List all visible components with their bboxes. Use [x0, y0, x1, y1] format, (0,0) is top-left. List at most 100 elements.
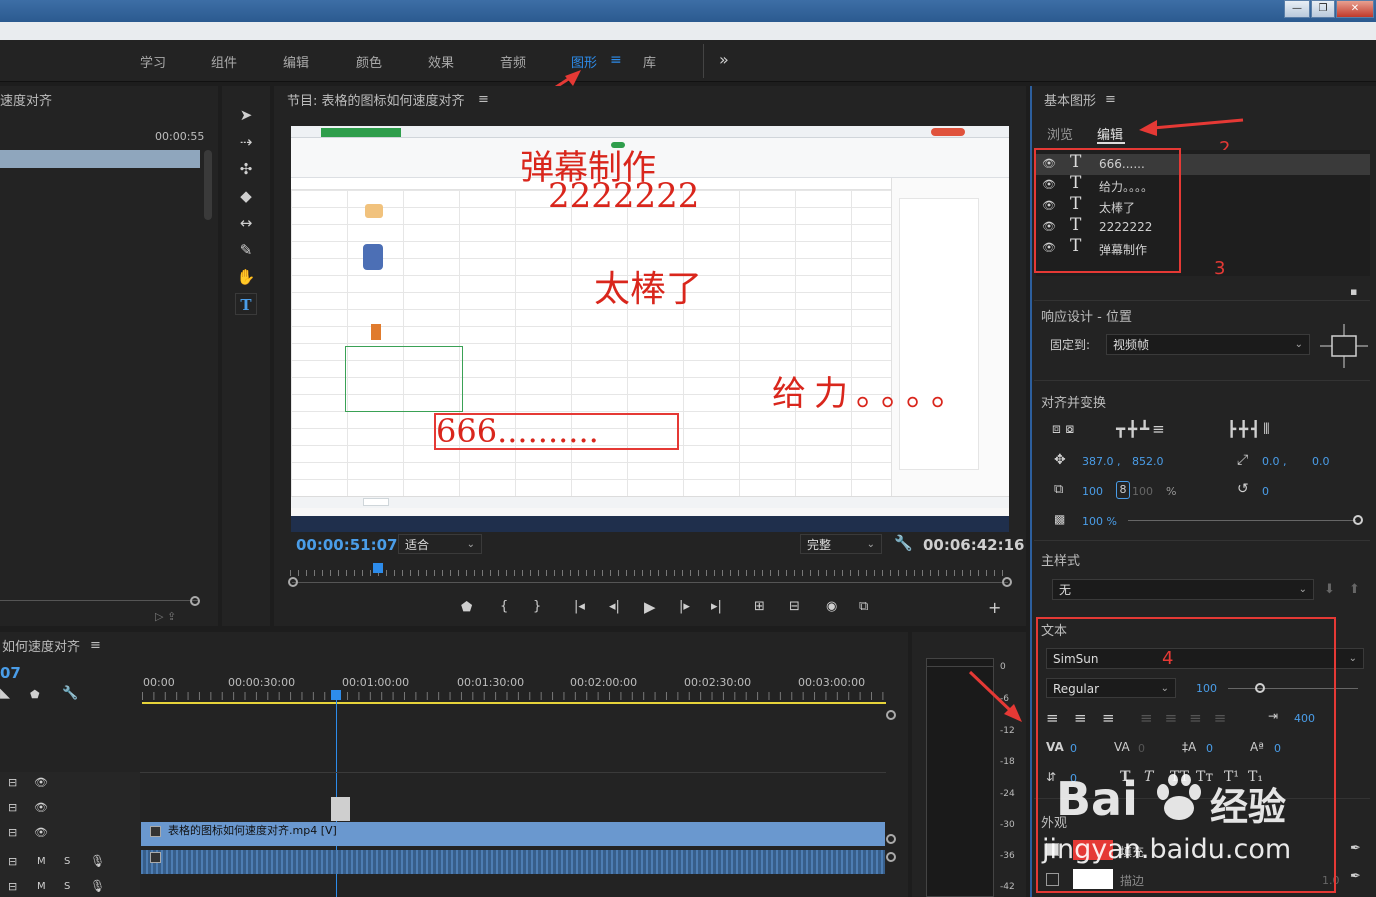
program-playhead[interactable]	[373, 563, 383, 573]
razor-tool-icon[interactable]: ◆	[235, 185, 257, 207]
eyedropper-icon[interactable]: ✒	[1350, 841, 1361, 856]
camera-icon[interactable]: ◉	[826, 599, 837, 614]
opacity-value[interactable]: 100 %	[1082, 515, 1117, 528]
workspace-editing[interactable]: 编辑	[283, 52, 309, 71]
source-export-icon[interactable]: ▷ ⇪	[155, 610, 176, 623]
pin-to-dropdown[interactable]: 视频帧 ⌄	[1106, 334, 1310, 355]
workspace-libraries[interactable]: 库	[643, 52, 656, 71]
compare-view-icon[interactable]: ⧉	[859, 599, 868, 614]
lift-icon[interactable]: ⊞	[754, 599, 765, 614]
solo-button[interactable]: S	[64, 881, 70, 892]
opacity-slider-handle[interactable]	[1353, 515, 1363, 525]
minimize-button[interactable]: —	[1284, 0, 1310, 18]
hand-tool-icon[interactable]: ✋	[235, 266, 257, 288]
track-output-icon[interactable]: ⊟	[8, 880, 17, 893]
step-forward-icon[interactable]: |▸	[679, 599, 690, 614]
go-to-out-icon[interactable]: ▸|	[711, 599, 722, 614]
push-down-icon[interactable]: ⬇	[1324, 582, 1335, 597]
overlay-text-2222222[interactable]: 2222222	[548, 176, 699, 216]
essential-graphics-menu-icon[interactable]: ≡	[1105, 92, 1116, 107]
add-marker-icon[interactable]: ⬟	[461, 600, 472, 615]
tab-browse[interactable]: 浏览	[1047, 124, 1073, 143]
master-style-dropdown[interactable]: 无 ⌄	[1052, 579, 1314, 600]
eye-icon[interactable]: 👁	[34, 801, 48, 814]
mute-button[interactable]: M	[37, 881, 46, 892]
program-ruler[interactable]	[290, 562, 1010, 576]
go-to-in-icon[interactable]: |◂	[574, 599, 585, 614]
program-zoom-handle-right[interactable]	[1002, 577, 1012, 587]
type-tool-icon[interactable]: T	[235, 293, 257, 315]
ripple-edit-tool-icon[interactable]: ✣	[235, 158, 257, 180]
pin-edges-icon[interactable]	[1320, 322, 1368, 370]
anchor-x[interactable]: 0.0 ,	[1262, 455, 1287, 468]
horizontal-align-icons[interactable]: ┣╋┫⦀	[1227, 420, 1273, 438]
step-back-icon[interactable]: ◂|	[609, 599, 620, 614]
anchor-y[interactable]: 0.0	[1312, 455, 1330, 468]
workspace-assembly[interactable]: 组件	[211, 52, 237, 71]
add-marker-icon[interactable]: ⬟	[30, 688, 40, 701]
overlay-text-great[interactable]: 太棒了	[594, 260, 702, 312]
selection-tool-icon[interactable]: ➤	[235, 104, 257, 126]
position-y[interactable]: 852.0	[1132, 455, 1164, 468]
program-timecode-current[interactable]: 00:00:51:07	[296, 536, 398, 554]
timeline-vscroll-handle[interactable]	[886, 834, 896, 844]
rotation-value[interactable]: 0	[1262, 485, 1269, 498]
timeline-timecode[interactable]: 07	[0, 664, 21, 682]
timeline-vscroll-handle[interactable]	[886, 852, 896, 862]
new-layer-icon[interactable]: ▪	[1350, 285, 1357, 298]
push-up-icon[interactable]: ⬆	[1349, 582, 1360, 597]
slip-tool-icon[interactable]: ↔	[235, 212, 257, 234]
source-zoom-handle[interactable]	[190, 596, 200, 606]
wrench-icon[interactable]: 🔧	[894, 534, 913, 552]
quality-dropdown[interactable]: 完整 ⌄	[800, 534, 882, 554]
track-output-icon[interactable]: ⊟	[8, 776, 17, 789]
timeline-zoom-handle[interactable]	[886, 710, 896, 720]
mark-out-icon[interactable]: }	[533, 599, 541, 614]
workspace-more-button[interactable]: »	[719, 50, 729, 69]
track-output-icon[interactable]: ⊟	[8, 826, 17, 839]
opacity-slider-track[interactable]	[1128, 520, 1356, 521]
video-clip-name: 表格的图标如何速度对齐.mp4 [V]	[168, 824, 337, 837]
track-output-icon[interactable]: ⊟	[8, 801, 17, 814]
program-menu-icon[interactable]: ≡	[478, 92, 489, 107]
tab-edit[interactable]: 编辑	[1097, 124, 1123, 143]
graphic-clip[interactable]	[331, 797, 350, 821]
lock-scale-icon[interactable]: 8	[1116, 481, 1130, 499]
microphone-icon[interactable]: 🎙	[90, 854, 105, 868]
workspace-color[interactable]: 颜色	[356, 52, 382, 71]
overlay-text-666[interactable]: 666..........	[436, 412, 599, 450]
eyedropper-icon[interactable]: ✒	[1350, 869, 1361, 884]
workspace-effects[interactable]: 效果	[428, 52, 454, 71]
solo-button[interactable]: S	[64, 856, 70, 867]
position-x[interactable]: 387.0 ,	[1082, 455, 1120, 468]
timeline-settings-wrench-icon[interactable]: 🔧	[62, 686, 78, 701]
track-select-tool-icon[interactable]: ⇢	[235, 131, 257, 153]
maximize-button[interactable]: ❐	[1311, 0, 1335, 18]
close-button[interactable]: ✕	[1336, 0, 1374, 18]
workspace-menu-icon[interactable]: ≡	[610, 52, 622, 68]
timeline-menu-icon[interactable]: ≡	[90, 638, 101, 653]
eye-icon[interactable]: 👁	[34, 826, 48, 839]
work-area-bar[interactable]	[142, 702, 886, 704]
add-button-icon[interactable]: +	[988, 598, 1001, 617]
align-to-frame-icon[interactable]: ⧈ ⧇	[1052, 421, 1074, 437]
scale-value[interactable]: 100	[1082, 485, 1103, 498]
source-scrollbar[interactable]	[204, 150, 212, 220]
workspace-learn[interactable]: 学习	[140, 52, 166, 71]
mute-button[interactable]: M	[37, 856, 46, 867]
pen-tool-icon[interactable]: ✎	[235, 239, 257, 261]
mark-in-icon[interactable]: {	[500, 599, 508, 614]
workspace-audio[interactable]: 音频	[500, 52, 526, 71]
overlay-text-geili[interactable]: 给力。。。。	[772, 366, 973, 415]
vertical-align-icons[interactable]: ┳╋┻≡	[1116, 420, 1168, 438]
audio-clip[interactable]	[141, 850, 885, 874]
snap-icon[interactable]: ◣	[0, 686, 10, 701]
timeline-playhead[interactable]	[331, 690, 341, 700]
eye-icon[interactable]: 👁	[34, 776, 48, 789]
microphone-icon[interactable]: 🎙	[90, 879, 105, 893]
play-icon[interactable]: ▶	[644, 598, 656, 616]
track-output-icon[interactable]: ⊟	[8, 855, 17, 868]
fit-dropdown[interactable]: 适合 ⌄	[398, 534, 482, 554]
program-zoom-handle-left[interactable]	[288, 577, 298, 587]
extract-icon[interactable]: ⊟	[789, 599, 800, 614]
